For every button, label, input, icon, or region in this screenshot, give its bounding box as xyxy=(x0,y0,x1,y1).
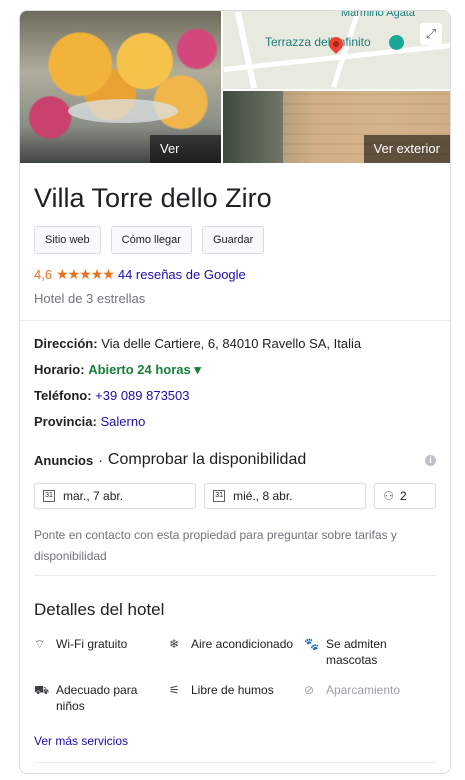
map-thumbnail[interactable]: Marmino Agata Terrazza dell'Infinito ⤢ xyxy=(221,11,450,89)
hotel-name: Villa Torre dello Ziro xyxy=(34,183,272,213)
rating-value: 4,6 xyxy=(34,267,53,282)
map-place-label: Terrazza dell'Infinito xyxy=(265,35,371,49)
guests-field[interactable]: ⚇ 2 xyxy=(374,483,436,509)
amenity-parking: ⊘ Aparcamiento xyxy=(304,682,434,714)
snowflake-icon: ❄ xyxy=(169,637,180,651)
checkout-field[interactable]: 31 mié., 8 abr. xyxy=(204,483,367,509)
directions-button[interactable]: Cómo llegar xyxy=(110,226,192,254)
amenity-label: Aparcamiento xyxy=(326,683,401,697)
amenity-ac: ❄ Aire acondicionado xyxy=(169,636,299,668)
exterior-photo[interactable]: Ver exterior xyxy=(221,89,450,163)
amenity-pets: 🐾 Se admiten mascotas xyxy=(304,636,434,668)
province-label: Provincia: xyxy=(34,414,97,429)
calendar-icon: 31 xyxy=(213,490,226,502)
info-section: Dirección: Via delle Cartiere, 6, 84010 … xyxy=(34,331,450,435)
divider xyxy=(34,575,436,576)
place-marker-icon xyxy=(389,35,404,50)
no-parking-icon: ⊘ xyxy=(304,683,315,697)
checkout-value: mié., 8 abr. xyxy=(233,489,293,503)
map-label-top: Marmino Agata xyxy=(341,11,415,19)
checkin-value: mar., 7 abr. xyxy=(63,489,124,503)
save-button[interactable]: Guardar xyxy=(201,226,265,254)
divider xyxy=(20,320,450,321)
hotel-details-title: Detalles del hotel xyxy=(34,600,165,619)
paw-icon: 🐾 xyxy=(304,637,319,651)
hotel-category: Hotel de 3 estrellas xyxy=(34,291,146,306)
phone-label: Teléfono: xyxy=(34,388,92,403)
divider xyxy=(34,762,436,763)
info-icon[interactable]: i xyxy=(425,454,436,466)
reviews-link[interactable]: 44 reseñas de Google xyxy=(118,267,246,282)
map-road xyxy=(234,11,258,89)
amenity-label: Adecuado para niños xyxy=(56,683,138,713)
province-link[interactable]: Salerno xyxy=(100,414,145,429)
separator: · xyxy=(98,452,103,468)
photo-strip: Ver fotos Marmino Agata Terrazza dell'In… xyxy=(20,11,450,163)
view-photos-button[interactable]: Ver fotos xyxy=(150,135,221,163)
address-row: Dirección: Via delle Cartiere, 6, 84010 … xyxy=(34,331,450,357)
ads-label: Anuncios xyxy=(34,452,94,468)
amenity-label: Wi-Fi gratuito xyxy=(56,637,128,651)
cake-stand xyxy=(68,99,178,123)
availability-heading: Comprobar la disponibilidad xyxy=(107,451,307,468)
amenities-grid: ⌔ Wi-Fi gratuito ❄ Aire acondicionado 🐾 Se … xyxy=(34,636,450,714)
province-row: Provincia: Salerno xyxy=(34,409,450,435)
availability-header: Anuncios · Comprobar la disponibilidad i xyxy=(34,451,436,469)
person-icon: ⚇ xyxy=(383,489,395,503)
action-buttons: Sitio web Cómo llegar Guardar xyxy=(34,226,450,254)
phone-row: Teléfono: +39 089 873503 xyxy=(34,383,450,409)
photo-right-column: Marmino Agata Terrazza dell'Infinito ⤢ V… xyxy=(221,11,450,163)
more-services-link[interactable]: Ver más servicios xyxy=(34,734,450,748)
hours-row: Horario: Abierto 24 horas ▾ xyxy=(34,357,450,383)
amenity-nosmoking: ⚟ Libre de humos xyxy=(169,682,299,714)
amenity-label: Se admiten mascotas xyxy=(326,637,387,667)
hours-dropdown[interactable]: Abierto 24 horas ▾ xyxy=(88,362,201,377)
phone-link[interactable]: +39 089 873503 xyxy=(95,388,189,403)
rating-row: 4,6 ★★★★★ 44 reseñas de Google xyxy=(34,266,450,283)
knowledge-panel: Ver fotos Marmino Agata Terrazza dell'In… xyxy=(19,10,451,774)
view-exterior-button[interactable]: Ver exterior xyxy=(363,135,450,163)
website-button[interactable]: Sitio web xyxy=(34,226,101,254)
expand-icon[interactable]: ⤢ xyxy=(420,23,442,45)
stroller-icon: ⛟ xyxy=(34,683,50,697)
address-value[interactable]: Via delle Cartiere, 6, 84010 Ravello SA,… xyxy=(101,336,361,351)
address-label: Dirección: xyxy=(34,336,98,351)
amenity-label: Aire acondicionado xyxy=(191,637,294,651)
checkin-field[interactable]: 31 mar., 7 abr. xyxy=(34,483,197,509)
guests-value: 2 xyxy=(400,489,407,503)
amenity-kids: ⛟ Adecuado para niños xyxy=(34,682,164,714)
no-smoking-icon: ⚟ xyxy=(169,683,180,697)
calendar-icon: 31 xyxy=(43,490,55,502)
date-picker-row: 31 mar., 7 abr. 31 mié., 8 abr. ⚇ 2 xyxy=(34,483,436,509)
amenity-label: Libre de humos xyxy=(191,683,274,697)
star-rating-icon: ★★★★★ xyxy=(56,266,115,282)
contact-note: Ponte en contacto con esta propiedad par… xyxy=(34,528,397,563)
hours-label: Horario: xyxy=(34,362,85,377)
wifi-icon: ⌔ xyxy=(34,637,46,651)
food-photo[interactable]: Ver fotos xyxy=(20,11,221,163)
amenity-wifi: ⌔ Wi-Fi gratuito xyxy=(34,636,164,668)
